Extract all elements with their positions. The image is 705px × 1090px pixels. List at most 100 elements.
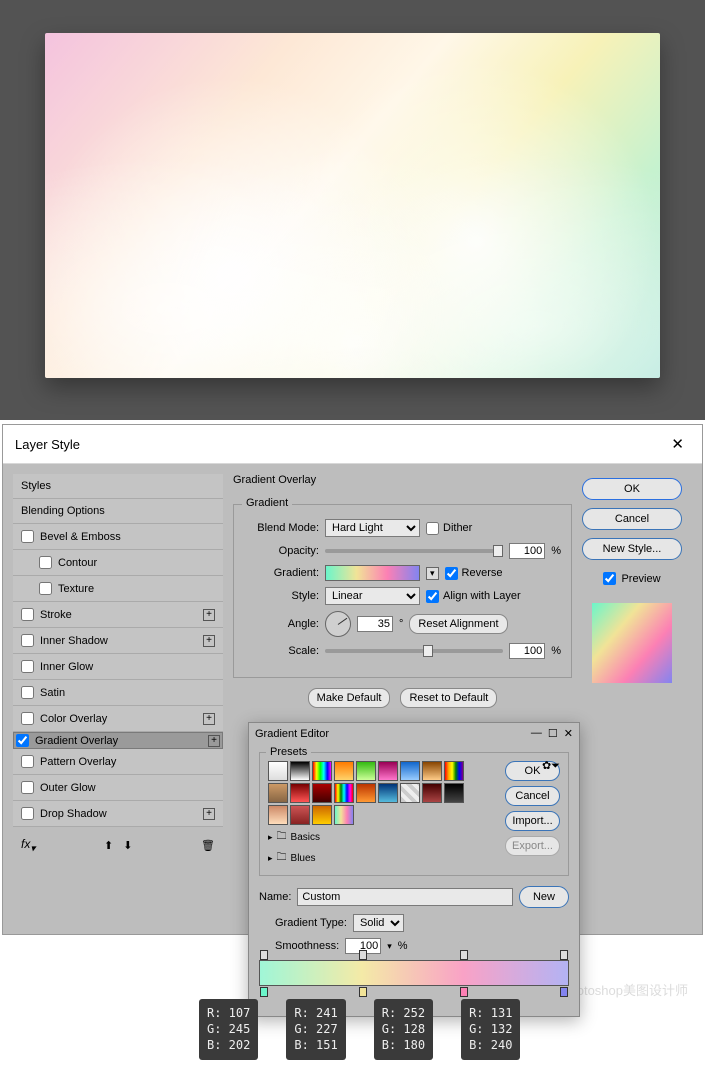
- preset-swatch[interactable]: [334, 783, 354, 803]
- preset-swatch[interactable]: [422, 783, 442, 803]
- folder-icon: 🗀: [277, 850, 287, 867]
- fx-menu-icon[interactable]: fx▾: [21, 837, 35, 854]
- close-icon[interactable]: ✕: [665, 433, 690, 455]
- preset-swatch[interactable]: [290, 761, 310, 781]
- smoothness-label: Smoothness:: [275, 940, 339, 952]
- trash-icon[interactable]: 🗑: [201, 839, 215, 852]
- close-icon[interactable]: ✕: [564, 727, 573, 740]
- preview-checkbox[interactable]: Preview: [582, 572, 682, 585]
- name-label: Name:: [259, 891, 291, 903]
- preset-swatch[interactable]: [312, 761, 332, 781]
- gradient-bar[interactable]: [259, 960, 569, 986]
- align-checkbox[interactable]: Align with Layer: [426, 590, 521, 603]
- style-item[interactable]: Texture: [13, 576, 223, 602]
- preset-folder[interactable]: ▸🗀Basics: [268, 829, 495, 846]
- reset-alignment-button[interactable]: Reset Alignment: [409, 614, 507, 634]
- folder-icon: 🗀: [277, 829, 287, 846]
- plus-icon[interactable]: +: [203, 713, 215, 725]
- preset-swatch[interactable]: [378, 761, 398, 781]
- preset-swatch[interactable]: [290, 783, 310, 803]
- cancel-button[interactable]: Cancel: [582, 508, 682, 530]
- preset-swatch[interactable]: [334, 761, 354, 781]
- preset-swatch[interactable]: [356, 761, 376, 781]
- preset-swatch[interactable]: [444, 783, 464, 803]
- angle-input[interactable]: [357, 616, 393, 632]
- style-item[interactable]: Inner Glow: [13, 654, 223, 680]
- style-item[interactable]: Outer Glow: [13, 775, 223, 801]
- preset-swatch[interactable]: [378, 783, 398, 803]
- gradient-type-select[interactable]: Solid: [353, 914, 404, 932]
- preset-swatch[interactable]: [268, 783, 288, 803]
- presets-group: Presets ✿⏷ ▸🗀Basics▸🗀Blues OK Cancel Imp…: [259, 752, 569, 876]
- opacity-input[interactable]: [509, 543, 545, 559]
- reverse-checkbox[interactable]: Reverse: [445, 567, 503, 580]
- style-item[interactable]: Color Overlay+: [13, 706, 223, 732]
- layer-style-dialog: Layer Style ✕ Styles Blending Options Be…: [2, 424, 703, 935]
- style-item[interactable]: Inner Shadow+: [13, 628, 223, 654]
- style-item[interactable]: Stroke+: [13, 602, 223, 628]
- style-item[interactable]: Gradient Overlay+: [13, 732, 223, 749]
- opacity-slider[interactable]: [325, 549, 503, 553]
- preview-swatch: [592, 603, 672, 683]
- preset-swatch[interactable]: [422, 761, 442, 781]
- arrow-up-icon[interactable]: ⬆: [104, 839, 113, 852]
- dialog-titlebar[interactable]: Layer Style ✕: [3, 425, 702, 464]
- gear-icon[interactable]: ✿⏷: [542, 759, 560, 773]
- preset-swatch[interactable]: [312, 805, 332, 825]
- gradient-dropdown-icon[interactable]: ▾: [426, 567, 439, 580]
- editor-cancel-button[interactable]: Cancel: [505, 786, 560, 806]
- preset-swatch[interactable]: [268, 805, 288, 825]
- plus-icon[interactable]: +: [203, 808, 215, 820]
- dialog-title: Layer Style: [15, 437, 80, 452]
- scale-input[interactable]: [509, 643, 545, 659]
- plus-icon[interactable]: +: [203, 609, 215, 621]
- preset-swatch[interactable]: [400, 761, 420, 781]
- style-item[interactable]: Satin: [13, 680, 223, 706]
- reset-default-button[interactable]: Reset to Default: [400, 688, 497, 708]
- preset-swatch[interactable]: [312, 783, 332, 803]
- arrow-down-icon[interactable]: ⬇: [123, 839, 132, 852]
- dither-checkbox[interactable]: Dither: [426, 522, 472, 535]
- plus-icon[interactable]: +: [208, 735, 220, 747]
- chevron-right-icon: ▸: [268, 853, 273, 864]
- blend-mode-label: Blend Mode:: [244, 522, 319, 534]
- styles-list: Styles Blending Options Bevel & EmbossCo…: [13, 474, 223, 864]
- preset-swatch[interactable]: [444, 761, 464, 781]
- preset-swatch[interactable]: [268, 761, 288, 781]
- blending-options-row[interactable]: Blending Options: [13, 499, 223, 524]
- style-item[interactable]: Bevel & Emboss: [13, 524, 223, 550]
- style-select[interactable]: Linear: [325, 587, 420, 605]
- scale-label: Scale:: [244, 645, 319, 657]
- import-button[interactable]: Import...: [505, 811, 560, 831]
- name-input[interactable]: [297, 888, 513, 906]
- minimize-icon[interactable]: —: [531, 727, 542, 740]
- new-button[interactable]: New: [519, 886, 569, 908]
- style-item[interactable]: Contour: [13, 550, 223, 576]
- preset-swatch[interactable]: [334, 805, 354, 825]
- ok-button[interactable]: OK: [582, 478, 682, 500]
- gradient-picker[interactable]: [325, 565, 420, 581]
- angle-label: Angle:: [244, 618, 319, 630]
- rgb-tooltip: R: 107G: 245B: 202: [199, 999, 258, 1060]
- maximize-icon[interactable]: ☐: [548, 727, 558, 740]
- style-label: Style:: [244, 590, 319, 602]
- angle-dial[interactable]: [325, 611, 351, 637]
- style-item[interactable]: Pattern Overlay: [13, 749, 223, 775]
- preset-swatch[interactable]: [356, 783, 376, 803]
- blend-mode-select[interactable]: Hard Light: [325, 519, 420, 537]
- preset-swatch[interactable]: [400, 783, 420, 803]
- new-style-button[interactable]: New Style...: [582, 538, 682, 560]
- preset-swatch[interactable]: [290, 805, 310, 825]
- rgb-tooltip: R: 252G: 128B: 180: [374, 999, 433, 1060]
- make-default-button[interactable]: Make Default: [308, 688, 391, 708]
- rgb-tooltip: R: 241G: 227B: 151: [286, 999, 345, 1060]
- rgb-readouts: R: 107G: 245B: 202 R: 241G: 227B: 151 R: 2…: [199, 999, 520, 1060]
- preset-grid[interactable]: [268, 761, 495, 825]
- preset-folder[interactable]: ▸🗀Blues: [268, 850, 495, 867]
- styles-header[interactable]: Styles: [13, 474, 223, 499]
- gradient-label: Gradient:: [244, 567, 319, 579]
- scale-slider[interactable]: [325, 649, 503, 653]
- style-item[interactable]: Drop Shadow+: [13, 801, 223, 827]
- gradient-editor-titlebar[interactable]: Gradient Editor — ☐ ✕: [249, 723, 579, 744]
- plus-icon[interactable]: +: [203, 635, 215, 647]
